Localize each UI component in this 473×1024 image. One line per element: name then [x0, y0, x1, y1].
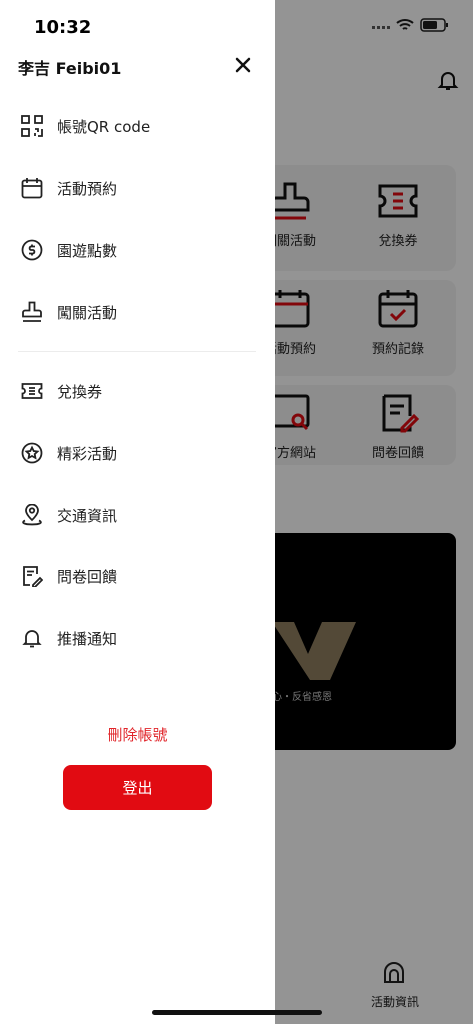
menu-label: 闖關活動: [57, 303, 118, 322]
menu-label: 問卷回饋: [57, 567, 118, 586]
menu-divider: [18, 351, 256, 352]
star-circle-icon: [20, 441, 44, 465]
menu-item-transport-info[interactable]: 交通資訊: [0, 489, 275, 541]
side-drawer: 10:32 李吉 Feibi01 帳號QR code 活動預約 園遊點數 闖關活…: [0, 0, 275, 1024]
menu-item-qr-code[interactable]: 帳號QR code: [0, 100, 275, 152]
menu-label: 兌換券: [57, 382, 103, 401]
stamp-icon: [20, 300, 44, 324]
home-indicator[interactable]: [152, 1010, 322, 1015]
wifi-icon: [396, 19, 414, 30]
menu-label: 精彩活動: [57, 444, 118, 463]
delete-account-link[interactable]: 刪除帳號: [0, 724, 275, 745]
survey-edit-icon: [20, 564, 44, 588]
status-bar-icons: [372, 18, 450, 32]
menu-label: 園遊點數: [57, 241, 118, 260]
menu-label: 交通資訊: [57, 506, 118, 525]
menu-item-featured-events[interactable]: 精彩活動: [0, 427, 275, 479]
menu-label: 活動預約: [57, 179, 118, 198]
location-pin-icon: [20, 503, 44, 527]
dollar-coin-icon: [20, 238, 44, 262]
calendar-icon: [20, 176, 44, 200]
status-time: 10:32: [34, 17, 92, 38]
logout-button[interactable]: 登出: [63, 765, 212, 810]
menu-item-push-notifications[interactable]: 推播通知: [0, 612, 275, 664]
menu-item-activity-reserve[interactable]: 活動預約: [0, 162, 275, 214]
menu-item-stamp-challenge[interactable]: 闖關活動: [0, 286, 275, 338]
menu-item-survey-feedback[interactable]: 問卷回饋: [0, 550, 275, 602]
menu-label: 推播通知: [57, 629, 118, 648]
bell-icon: [20, 626, 44, 650]
menu-item-vouchers[interactable]: 兌換券: [0, 365, 275, 417]
close-icon[interactable]: [232, 54, 254, 76]
menu-item-fair-points[interactable]: 園遊點數: [0, 224, 275, 276]
battery-icon: [420, 18, 448, 32]
user-name: 李吉 Feibi01: [18, 59, 122, 78]
signal-icon: [372, 26, 390, 29]
menu-label: 帳號QR code: [57, 117, 151, 136]
ticket-icon: [20, 379, 44, 403]
qr-code-icon: [20, 114, 44, 138]
